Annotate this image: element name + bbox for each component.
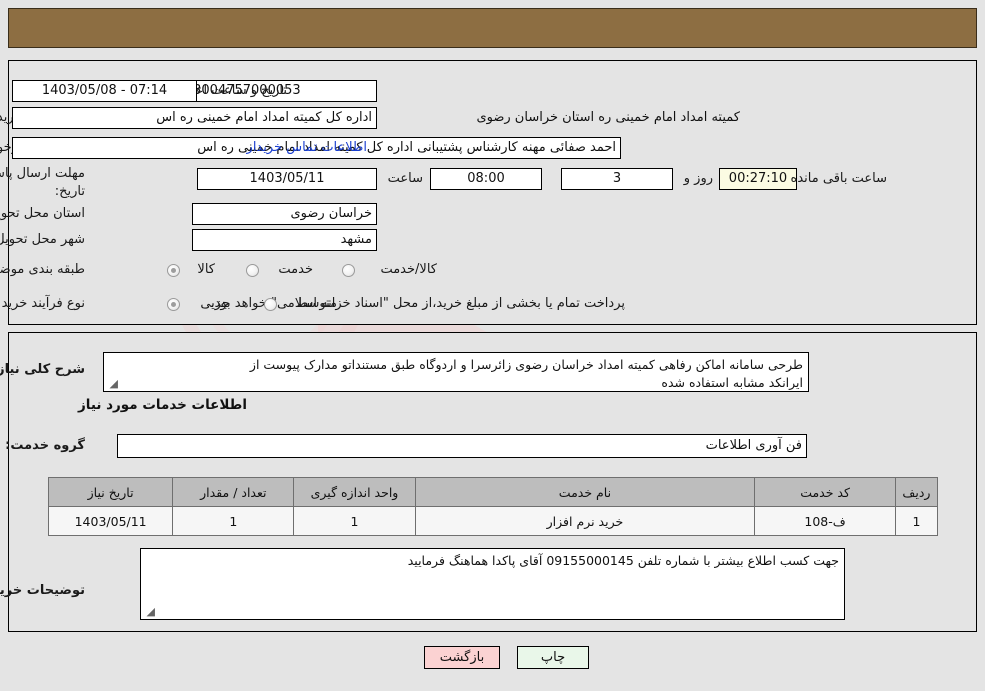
radio-process-motevaset[interactable] — [264, 298, 277, 311]
back-button[interactable]: بازگشت — [424, 646, 500, 669]
time-remaining-label: ساعت باقی مانده — [790, 171, 887, 186]
print-button[interactable]: چاپ — [517, 646, 589, 669]
process-label: نوع فرآیند خرید : — [0, 296, 85, 311]
days-remaining-label: روز و — [683, 171, 713, 186]
buyer-org-value: اداره کل کمیته امداد امام خمینی ره اس — [12, 107, 377, 129]
days-remaining-value: 3 — [561, 168, 673, 190]
header-bar — [8, 8, 977, 48]
deadline-hour-value: 08:00 — [430, 168, 542, 190]
deadline-label-line2: تاریخ: — [54, 184, 85, 199]
cell-need-date: 1403/05/11 — [47, 506, 174, 536]
services-section-title: اطلاعات خدمات مورد نیاز — [77, 397, 247, 413]
province-label: استان محل تحویل: — [0, 206, 85, 221]
category-option-label-0: کالا — [197, 262, 215, 277]
cell-service-name: خرید نرم افزار — [414, 506, 756, 536]
deadline-label-line1: مهلت ارسال پاسخ: تا — [0, 166, 85, 181]
resize-grip-icon[interactable]: ◢ — [143, 606, 155, 618]
col-header-service-name: نام خدمت — [414, 477, 756, 507]
radio-process-jozei[interactable] — [167, 298, 180, 311]
city-value: مشهد — [192, 229, 377, 251]
countdown-timer-value: 00:27:10 — [719, 168, 797, 190]
service-group-label: گروه خدمت: — [5, 438, 85, 453]
buyer-contact-link[interactable]: اطلاعات تماس خریدار — [247, 140, 367, 155]
services-table: ردیف کد خدمت نام خدمت واحد اندازه گیری ت… — [47, 477, 939, 536]
col-header-quantity: تعداد / مقدار — [172, 477, 295, 507]
page-root: AriaTender.net جزئیات اطلاعات نیاز شماره… — [0, 0, 985, 691]
category-option-label-2: کالا/خدمت — [380, 262, 437, 277]
province-value: خراسان رضوی — [192, 203, 377, 225]
resize-grip-icon[interactable]: ◢ — [106, 378, 118, 390]
deadline-hour-label: ساعت — [387, 171, 423, 186]
description-label: شرح کلی نیاز: — [0, 362, 85, 377]
cell-radif: 1 — [894, 506, 939, 536]
announce-datetime-value: 1403/05/08 - 07:14 — [12, 80, 197, 102]
category-label: طبقه بندی موضوعی: — [0, 262, 85, 277]
description-line-1: طرحی سامانه اماکن رفاهی کمیته امداد خراس… — [249, 357, 803, 372]
buyer-org-overflow-text: کمیته امداد امام خمینی ره استان خراسان ر… — [476, 110, 740, 125]
radio-category-kala-khedmat[interactable] — [342, 264, 355, 277]
cell-quantity: 1 — [172, 506, 295, 536]
table-header-row: ردیف کد خدمت نام خدمت واحد اندازه گیری ت… — [47, 477, 939, 507]
description-textarea[interactable]: طرحی سامانه اماکن رفاهی کمیته امداد خراس… — [103, 352, 809, 392]
col-header-radif: ردیف — [894, 477, 939, 507]
category-option-label-1: خدمت — [278, 262, 313, 277]
col-header-unit: واحد اندازه گیری — [293, 477, 416, 507]
radio-category-kala[interactable] — [167, 264, 180, 277]
col-header-service-code: کد خدمت — [754, 477, 896, 507]
cell-service-code: ف-108 — [754, 506, 896, 536]
deadline-date-value: 1403/05/11 — [197, 168, 377, 190]
buyer-notes-label: توضیحات خریدار: — [0, 583, 85, 598]
cell-unit: 1 — [293, 506, 416, 536]
buyer-notes-text: جهت کسب اطلاع بیشتر با شماره تلفن 091550… — [407, 553, 839, 568]
table-row: 1 ف-108 خرید نرم افزار 1 1 1403/05/11 — [47, 506, 939, 536]
radio-category-khedmat[interactable] — [246, 264, 259, 277]
description-line-2: ایرانکد مشابه استفاده شده — [661, 375, 803, 390]
city-label: شهر محل تحویل: — [0, 232, 85, 247]
service-group-value[interactable]: فن آوری اطلاعات — [117, 434, 807, 458]
col-header-need-date: تاریخ نیاز — [47, 477, 174, 507]
buyer-notes-textarea[interactable]: جهت کسب اطلاع بیشتر با شماره تلفن 091550… — [140, 548, 845, 620]
